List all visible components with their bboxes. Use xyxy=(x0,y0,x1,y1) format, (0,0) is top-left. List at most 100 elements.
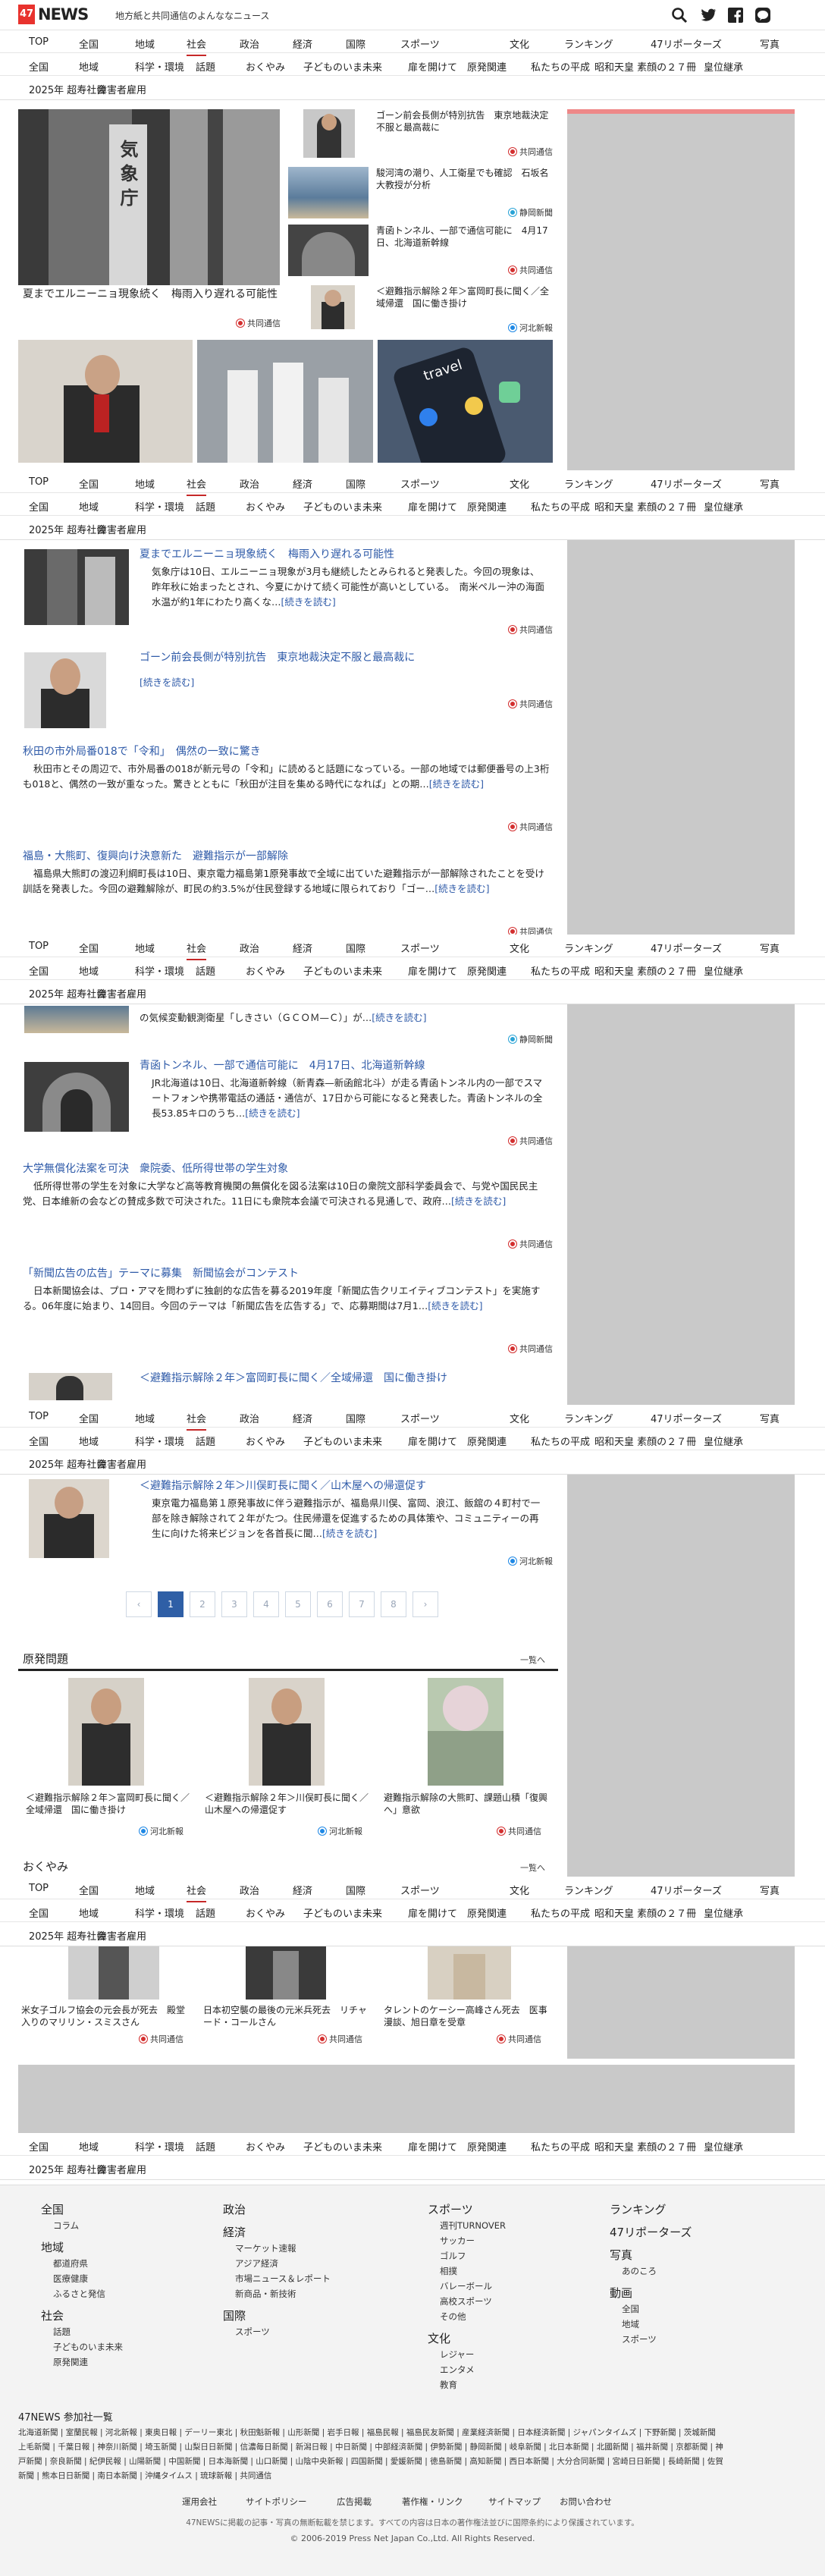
list-item[interactable]: 「新聞広告の広告」テーマに募集 新聞協会がコンテスト 日本新聞協会は、プロ・アマ… xyxy=(18,1265,553,1356)
nav-item[interactable]: 子どものいま未来 xyxy=(303,963,382,978)
footer-link[interactable]: 市場ニュース＆レポート xyxy=(235,2273,331,2285)
next-page-button[interactable]: › xyxy=(412,1591,438,1617)
item-title[interactable]: ゴーン前会長側が特別抗告 東京地裁決定不服と最高裁に xyxy=(140,649,415,664)
nav-item[interactable]: 地域 xyxy=(135,36,155,51)
item-title[interactable]: 青函トンネル、一部で通信可能に 4月17日、北海道新幹線 xyxy=(140,1057,425,1073)
card-photo[interactable] xyxy=(428,1678,503,1786)
nav-item[interactable]: 昭和天皇 素顔の２７冊 xyxy=(594,2139,696,2153)
footer-bottom-link[interactable]: 著作権・リンク xyxy=(402,2496,463,2508)
nav-item[interactable]: 政治 xyxy=(240,941,259,955)
list-item[interactable]: 青函トンネル、一部で通信可能に 4月17日、北海道新幹線 JR北海道は10日、北… xyxy=(18,1057,553,1148)
nav-item[interactable]: 障害者雇用 xyxy=(97,1456,146,1471)
ad-column[interactable] xyxy=(567,109,795,2059)
nav-item[interactable]: 原発関連 xyxy=(467,1434,507,1448)
list-item[interactable]: 福島・大熊町、復興向け決意新た 避難指示が一部解除 福島県大熊町の渡辺利綱町長は… xyxy=(18,848,553,939)
nav-item[interactable]: 写真 xyxy=(760,1883,780,1897)
strip-photo-2[interactable] xyxy=(197,340,373,463)
nav-item[interactable]: TOP xyxy=(29,941,49,952)
footer-heading[interactable]: 全国 xyxy=(41,2201,64,2217)
footer-link[interactable]: サッカー xyxy=(440,2235,475,2247)
nav-item[interactable]: 障害者雇用 xyxy=(97,986,146,1001)
nav-item[interactable]: 文化 xyxy=(510,1883,529,1897)
nav-item[interactable]: 写真 xyxy=(760,1411,780,1425)
nav-item[interactable]: おくやみ xyxy=(246,59,285,74)
nav-item[interactable]: 地域 xyxy=(135,476,155,491)
nav-item[interactable]: 子どものいま未来 xyxy=(303,499,382,514)
nav-item[interactable]: 科学・環境 xyxy=(135,963,184,978)
nav-item[interactable]: 科学・環境 xyxy=(135,1905,184,1920)
card-photo[interactable] xyxy=(249,1678,325,1786)
nav-item[interactable]: 全国 xyxy=(79,1411,99,1425)
nav-item[interactable]: おくやみ xyxy=(246,963,285,978)
nav-item[interactable]: 原発関連 xyxy=(467,2139,507,2153)
nav-item[interactable]: 経済 xyxy=(293,1411,312,1425)
footer-link[interactable]: 全国 xyxy=(622,2303,639,2315)
nav-item[interactable]: 子どものいま未来 xyxy=(303,1434,382,1448)
nav-item[interactable]: ランキング xyxy=(564,36,613,51)
nav-item[interactable]: 全国 xyxy=(29,2139,49,2153)
nav-item[interactable]: 全国 xyxy=(29,1434,49,1448)
nav-item[interactable]: 国際 xyxy=(346,1411,365,1425)
footer-heading[interactable]: 政治 xyxy=(223,2201,246,2217)
nav-item[interactable]: スポーツ xyxy=(400,1883,440,1897)
nav-item[interactable]: 政治 xyxy=(240,476,259,491)
nav-item[interactable]: 扉を開けて xyxy=(408,2139,457,2153)
nav-item[interactable]: 文化 xyxy=(510,1411,529,1425)
members-line[interactable]: 北海道新聞 | 室蘭民報 | 河北新報 | 東奥日報 | デーリー東北 | 秋田… xyxy=(18,2426,807,2440)
logo-text[interactable]: NEWS xyxy=(38,3,89,26)
main-caption[interactable]: 夏までエルニーニョ現象続く 梅雨入り遅れる可能性 xyxy=(23,288,281,301)
nav-item[interactable]: 科学・環境 xyxy=(135,59,184,74)
nav-item[interactable]: 私たちの平成 xyxy=(531,963,590,978)
page-7-button[interactable]: 7 xyxy=(349,1591,375,1617)
nav-item[interactable]: おくやみ xyxy=(246,1434,285,1448)
footer-bottom-link[interactable]: サイトポリシー xyxy=(246,2496,307,2508)
nav-item[interactable]: 経済 xyxy=(293,36,312,51)
list-item[interactable]: 大学無償化法案を可決 衆院委、低所得世帯の学生対象 低所得世帯の学生を対象に大学… xyxy=(18,1161,553,1252)
read-more-link[interactable]: [続きを読む] xyxy=(245,1107,300,1119)
nav-item[interactable]: 私たちの平成 xyxy=(531,499,590,514)
side-thumb-1[interactable] xyxy=(303,109,355,158)
strip-photo-1[interactable] xyxy=(18,340,193,463)
nav-item[interactable]: 全国 xyxy=(29,59,49,74)
side-title-2[interactable]: 駿河湾の潮り、人工衛星でも確認 石坂名大教授が分析 xyxy=(376,167,551,191)
nav-item[interactable]: ランキング xyxy=(564,1883,613,1897)
page-4-button[interactable]: 4 xyxy=(253,1591,279,1617)
card-title[interactable]: 避難指示解除の大熊町、課題山積「復興へ」意欲 xyxy=(384,1792,551,1816)
item-title[interactable]: 秋田の市外局番018で「令和」 偶然の一致に驚き xyxy=(23,743,261,759)
footer-heading[interactable]: 47リポーターズ xyxy=(610,2224,692,2240)
nav-item[interactable]: 経済 xyxy=(293,476,312,491)
footer-link[interactable]: 週刊TURNOVER xyxy=(440,2219,506,2232)
footer-heading[interactable]: 国際 xyxy=(223,2307,246,2323)
nav-item[interactable]: 全国 xyxy=(29,963,49,978)
nav-item[interactable]: ランキング xyxy=(564,476,613,491)
footer-heading[interactable]: ランキング xyxy=(610,2201,667,2217)
nav-item[interactable]: ランキング xyxy=(564,1411,613,1425)
nav-item[interactable]: 私たちの平成 xyxy=(531,59,590,74)
nav-item[interactable]: 国際 xyxy=(346,941,365,955)
footer-link[interactable]: あのころ xyxy=(622,2265,657,2277)
footer-heading[interactable]: 写真 xyxy=(610,2247,632,2263)
logo-mark[interactable]: 47 xyxy=(18,5,35,24)
page-3-button[interactable]: 3 xyxy=(221,1591,247,1617)
nav-item[interactable]: 写真 xyxy=(760,476,780,491)
nav-item[interactable]: 昭和天皇 素顔の２７冊 xyxy=(594,499,696,514)
item-title[interactable]: 夏までエルニーニョ現象続く 梅雨入り遅れる可能性 xyxy=(140,546,394,561)
footer-link[interactable]: 相撲 xyxy=(440,2265,457,2277)
read-more-link[interactable]: [続きを読む] xyxy=(451,1195,506,1207)
card-photo[interactable] xyxy=(246,1946,326,2000)
nav-item[interactable]: スポーツ xyxy=(400,36,440,51)
nav-item[interactable]: 47リポーターズ xyxy=(651,1411,722,1425)
footer-bottom-link[interactable]: お問い合わせ xyxy=(560,2496,612,2508)
prev-page-button[interactable]: ‹ xyxy=(126,1591,152,1617)
facebook-icon[interactable] xyxy=(726,6,745,24)
members-line[interactable]: 上毛新聞 | 千葉日報 | 神奈川新聞 | 埼玉新聞 | 山梨日日新聞 | 信濃… xyxy=(18,2440,807,2455)
side-title-1[interactable]: ゴーン前会長側が特別抗告 東京地裁決定不服と最高裁に xyxy=(376,109,551,134)
card-photo[interactable] xyxy=(428,1946,511,2000)
footer-bottom-link[interactable]: サイトマップ xyxy=(488,2496,541,2508)
nav-item[interactable]: 原発関連 xyxy=(467,499,507,514)
nav-item[interactable]: 2025年 超寿社会 xyxy=(29,1456,106,1471)
footer-link[interactable]: バレーボール xyxy=(440,2280,492,2292)
nav-item[interactable]: TOP xyxy=(29,476,49,488)
nav-item[interactable]: 国際 xyxy=(346,36,365,51)
nav-item[interactable]: 文化 xyxy=(510,476,529,491)
